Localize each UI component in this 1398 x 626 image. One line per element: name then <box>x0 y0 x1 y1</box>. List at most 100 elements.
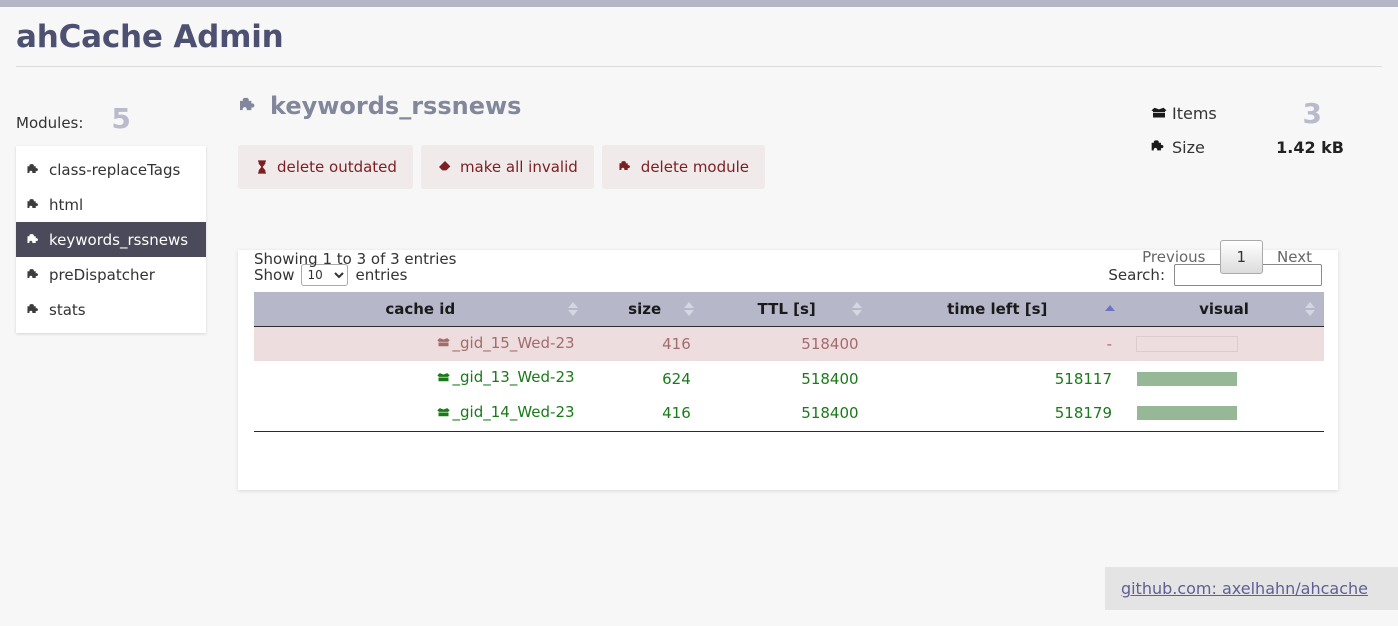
module-sidebar: class-replaceTags html keywords_rssnewspre… <box>16 146 206 333</box>
sidebar-item-stats[interactable]: stats <box>16 292 206 327</box>
sort-arrows-icon[interactable] <box>1305 301 1315 316</box>
table-head: cache id size TTL [s] time left [s] visual <box>254 292 1324 327</box>
sidebar-item-html[interactable]: html <box>16 187 206 222</box>
make-all-invalid-button[interactable]: make all invalid <box>420 145 594 189</box>
delete-module-button[interactable]: delete module <box>601 145 766 189</box>
module-action-buttons: delete outdated make all invalid delete mo… <box>238 145 766 189</box>
cell-visual <box>1124 326 1324 361</box>
cell-cache-id: _gid_15_Wed-23 <box>254 326 587 361</box>
column-header-time-left-s-[interactable]: time left [s] <box>870 292 1124 327</box>
cell-time-left: 518117 <box>870 361 1124 396</box>
cell-ttl: 518400 <box>702 396 871 432</box>
button-label: delete outdated <box>277 158 397 176</box>
cache-entries-table: cache id size TTL [s] time left [s] visual _… <box>254 292 1324 432</box>
sidebar-item-label: html <box>49 195 84 214</box>
cell-time-left: - <box>870 326 1124 361</box>
sort-arrows-icon[interactable] <box>567 301 578 316</box>
column-header-label: cache id <box>385 299 456 318</box>
puzzle-icon <box>26 267 42 283</box>
stat-items-row: Items 3 <box>1150 96 1370 130</box>
cell-cache-id: _gid_14_Wed-23 <box>254 396 587 432</box>
stat-size-row: Size 1.42 kB <box>1150 130 1370 164</box>
ttl-progress-bar <box>1136 405 1238 421</box>
button-label: make all invalid <box>459 158 578 176</box>
page-number-button[interactable]: 1 <box>1219 240 1264 274</box>
cell-size: 416 <box>586 326 703 361</box>
modules-summary: Modules: 5 <box>16 102 131 135</box>
next-page-button[interactable]: Next <box>1267 242 1322 272</box>
page-title-text: keywords_rssnews <box>270 92 522 120</box>
cache-id-link[interactable]: _gid_13_Wed-23 <box>436 368 575 389</box>
ttl-progress-bar <box>1136 371 1238 387</box>
entries-label: entries <box>355 266 408 284</box>
column-header-label: visual <box>1199 299 1249 318</box>
cell-ttl: 518400 <box>702 361 871 396</box>
button-label: delete module <box>640 158 750 176</box>
hourglass-icon <box>254 159 270 175</box>
cell-time-left: 518179 <box>870 396 1124 432</box>
table-row: _gid_14_Wed-23 416 518400 518179 <box>254 396 1324 432</box>
cache-id-text: _gid_15_Wed-23 <box>452 333 575 352</box>
ttl-progress-bar <box>1136 335 1238 352</box>
puzzle-icon <box>238 95 260 117</box>
sidebar-item-label: preDispatcher <box>49 265 155 284</box>
column-header-label: TTL [s] <box>757 299 816 318</box>
table-header-row: cache id size TTL [s] time left [s] visual <box>254 292 1324 327</box>
sort-arrows-icon[interactable] <box>1105 304 1115 313</box>
table-row: _gid_15_Wed-23 416 518400- <box>254 326 1324 361</box>
sort-arrows-icon[interactable] <box>851 301 862 316</box>
cell-visual <box>1124 396 1324 432</box>
delete-outdated-button[interactable]: delete outdated <box>238 145 413 189</box>
sidebar-item-label: keywords_rssnews <box>49 230 189 249</box>
cell-size: 624 <box>586 361 703 396</box>
table-body: _gid_15_Wed-23 416 518400- _gid_13_Wed-23 62… <box>254 326 1324 432</box>
stat-size-label: Size <box>1172 137 1205 157</box>
sidebar-item-label: stats <box>49 300 86 319</box>
sidebar-item-class-replacetags[interactable]: class-replaceTags <box>16 152 206 187</box>
pagination: Previous 1 Next <box>1132 240 1322 274</box>
eraser-icon <box>437 159 453 175</box>
box-icon <box>436 405 451 420</box>
cache-id-link[interactable]: _gid_14_Wed-23 <box>436 403 575 424</box>
modules-count: 5 <box>111 102 131 135</box>
sidebar-item-predispatcher[interactable]: preDispatcher <box>16 257 206 292</box>
box-icon <box>436 370 451 385</box>
github-link[interactable]: github.com: axelhahn/ahcache <box>1121 579 1368 598</box>
box-icon <box>1150 104 1172 122</box>
sidebar-item-label: class-replaceTags <box>49 160 181 179</box>
app-title: ahCache Admin <box>16 19 284 55</box>
cache-id-text: _gid_13_Wed-23 <box>452 368 575 387</box>
previous-page-button[interactable]: Previous <box>1132 242 1215 272</box>
cache-id-text: _gid_14_Wed-23 <box>452 403 575 421</box>
puzzle-icon <box>1150 138 1172 156</box>
column-header-label: size <box>628 299 662 318</box>
top-accent-bar <box>0 0 1398 7</box>
table-info: Showing 1 to 3 of 3 entries <box>254 250 457 268</box>
cell-visual <box>1124 361 1324 396</box>
page-root: ahCache Admin Modules: 5 class-replaceTag… <box>0 0 1398 626</box>
column-header-cache-id[interactable]: cache id <box>254 292 587 327</box>
page-title: keywords_rssnews <box>238 92 521 120</box>
footer-panel: github.com: axelhahn/ahcache <box>1104 567 1398 610</box>
stat-items-label: Items <box>1172 103 1217 123</box>
stats-panel: Items 3 Size 1.42 kB <box>1150 96 1370 164</box>
cache-entries-card: Show 102550100 entries Search: cache ids… <box>238 240 1338 490</box>
puzzle-icon <box>26 232 42 248</box>
column-header-label: time left [s] <box>947 299 1048 318</box>
sidebar-item-keywords-rssnews[interactable]: keywords_rssnews <box>16 222 206 257</box>
column-header-ttl-s-[interactable]: TTL [s] <box>702 292 871 327</box>
column-header-size[interactable]: size <box>586 292 703 327</box>
cache-id-link[interactable]: _gid_15_Wed-23 <box>436 333 575 354</box>
puzzle-icon <box>26 302 42 318</box>
puzzle-icon <box>26 197 42 213</box>
cell-cache-id: _gid_13_Wed-23 <box>254 361 587 396</box>
table-row: _gid_13_Wed-23 624 518400 518117 <box>254 361 1324 396</box>
cell-ttl: 518400 <box>702 326 871 361</box>
sort-arrows-icon[interactable] <box>683 301 694 316</box>
puzzle-icon <box>618 159 634 175</box>
modules-label: Modules: <box>16 114 84 132</box>
show-label: Show <box>254 266 295 284</box>
column-header-visual[interactable]: visual <box>1124 292 1324 327</box>
cell-size: 416 <box>586 396 703 432</box>
title-divider <box>16 66 1382 67</box>
